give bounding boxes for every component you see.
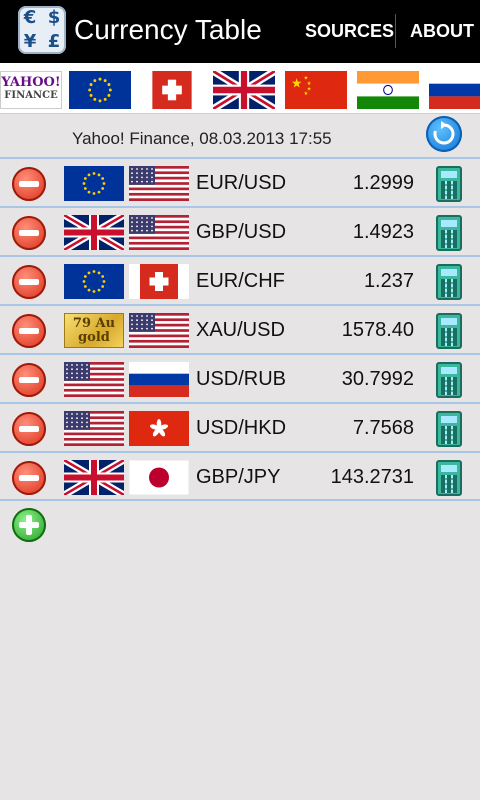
calculator-icon[interactable] — [436, 166, 462, 202]
exchange-rate: 7.7568 — [352, 417, 414, 439]
add-pair-button[interactable] — [12, 508, 46, 542]
currency-pair: EUR/USD — [196, 172, 287, 194]
app-title: Currency Table — [74, 14, 262, 45]
calculator-icon[interactable] — [436, 313, 462, 349]
currency-row[interactable]: USD/RUB 30.7992 — [0, 353, 480, 403]
jp-flag-icon — [129, 460, 189, 495]
us-flag-icon — [64, 362, 124, 397]
currency-symbols-icon[interactable]: € $ ¥ £ — [18, 6, 66, 54]
source-flag-gb[interactable] — [213, 71, 275, 109]
remove-button[interactable] — [12, 167, 46, 201]
exchange-rate: 1.237 — [363, 270, 414, 292]
source-flag-eu[interactable] — [69, 71, 131, 109]
currency-pair: GBP/JPY — [196, 466, 281, 488]
currency-pair: USD/RUB — [196, 368, 287, 390]
source-yahoo-finance[interactable]: YAHOO! FINANCE — [0, 71, 62, 109]
us-flag-icon — [129, 166, 189, 201]
currency-row[interactable]: GBP/USD 1.4923 — [0, 206, 480, 256]
in-flag-icon — [357, 71, 419, 109]
eu-flag-icon — [64, 166, 124, 201]
cn-flag-icon: ★ ★ ★ ★ ★ — [285, 71, 347, 109]
currency-row[interactable]: EUR/USD 1.2999 — [0, 157, 480, 207]
source-flag-in[interactable] — [357, 71, 419, 109]
exchange-rate: 1.4923 — [352, 221, 414, 243]
hk-flag-icon — [129, 411, 189, 446]
currency-row[interactable]: USD/HKD 7.7568 — [0, 402, 480, 452]
currency-row[interactable]: 79 Au gold XAU/USD 1578.40 — [0, 304, 480, 354]
exchange-rate: 1.2999 — [352, 172, 414, 194]
currency-pair: XAU/USD — [196, 319, 285, 341]
remove-button[interactable] — [12, 461, 46, 495]
status-text: Yahoo! Finance, 08.03.2013 17:55 — [72, 129, 332, 148]
yahoo-logo-top: YAHOO! — [1, 75, 61, 90]
currency-pair: EUR/CHF — [196, 270, 285, 292]
list-end-divider — [0, 499, 480, 501]
exchange-rate: 30.7992 — [341, 368, 414, 390]
remove-button[interactable] — [12, 216, 46, 250]
ch-flag-icon — [129, 264, 189, 299]
source-flag-ru[interactable] — [429, 71, 480, 109]
gold-icon: 79 Au gold — [64, 313, 124, 348]
currency-row[interactable]: EUR/CHF 1.237 — [0, 255, 480, 305]
ru-flag-icon — [429, 71, 480, 109]
currency-row[interactable]: GBP/JPY 143.2731 — [0, 451, 480, 501]
exchange-rate: 1578.40 — [341, 319, 414, 341]
calculator-icon[interactable] — [436, 215, 462, 251]
calculator-icon[interactable] — [436, 411, 462, 447]
refresh-icon — [433, 121, 455, 145]
ru-flag-icon — [129, 362, 189, 397]
source-flag-cn[interactable]: ★ ★ ★ ★ ★ — [285, 71, 347, 109]
action-bar: € $ ¥ £ Currency Table SOURCES ABOUT — [0, 0, 480, 63]
remove-button[interactable] — [12, 412, 46, 446]
us-flag-icon — [129, 313, 189, 348]
eu-flag-icon — [69, 71, 131, 109]
eu-flag-icon — [64, 264, 124, 299]
calculator-icon[interactable] — [436, 460, 462, 496]
sources-button[interactable]: SOURCES — [305, 0, 394, 63]
us-flag-icon — [129, 215, 189, 250]
calculator-icon[interactable] — [436, 362, 462, 398]
gb-flag-icon — [64, 460, 124, 495]
remove-button[interactable] — [12, 265, 46, 299]
gb-flag-icon — [64, 215, 124, 250]
currency-pair: USD/HKD — [196, 417, 287, 439]
calculator-icon[interactable] — [436, 264, 462, 300]
exchange-rate: 143.2731 — [330, 466, 414, 488]
yahoo-logo-bottom: FINANCE — [4, 90, 58, 101]
sources-strip: YAHOO! FINANCE ★ ★ ★ ★ ★ — [0, 63, 480, 114]
currency-pair: GBP/USD — [196, 221, 287, 243]
action-divider — [395, 14, 396, 48]
us-flag-icon — [64, 411, 124, 446]
source-flag-ch[interactable] — [141, 71, 203, 109]
about-button[interactable]: ABOUT — [410, 0, 474, 63]
gold-label: gold — [78, 330, 110, 345]
svg-text:★: ★ — [291, 75, 302, 90]
refresh-button[interactable] — [426, 116, 462, 152]
remove-button[interactable] — [12, 314, 46, 348]
status-bar: Yahoo! Finance, 08.03.2013 17:55 — [0, 113, 480, 157]
gb-flag-icon — [213, 71, 275, 109]
ch-flag-icon — [141, 71, 203, 109]
gold-symbol: 79 Au — [72, 316, 116, 331]
remove-button[interactable] — [12, 363, 46, 397]
svg-text:★: ★ — [304, 91, 309, 97]
